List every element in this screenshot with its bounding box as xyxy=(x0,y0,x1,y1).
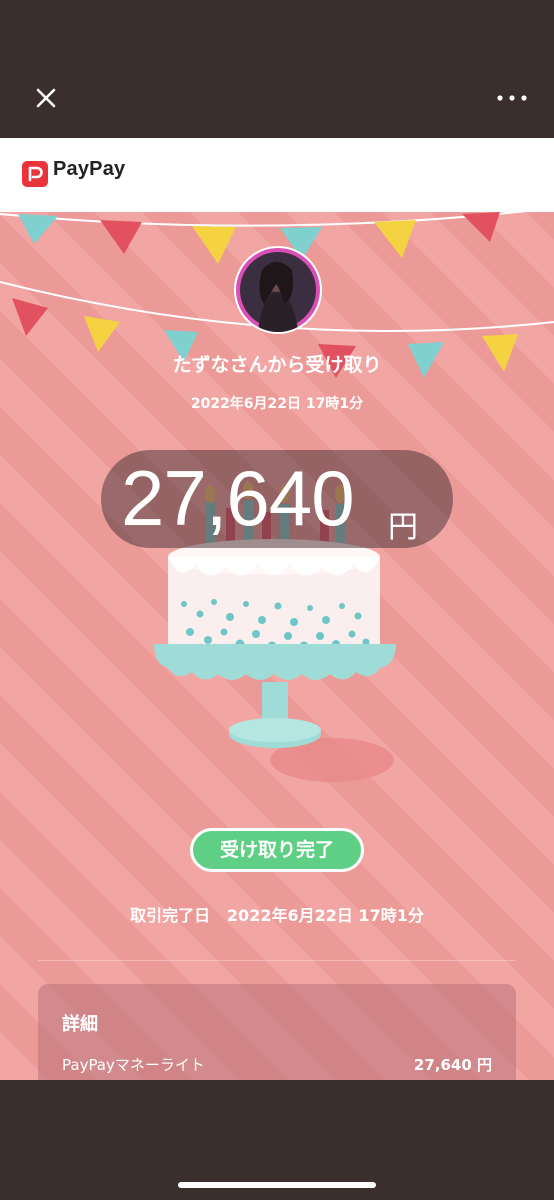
details-card: 詳細 PayPayマネーライト 27,640 円 xyxy=(38,984,516,1080)
currency-label: 円 xyxy=(388,510,418,545)
received-datetime: 2022年6月22日 17時1分 xyxy=(190,396,364,412)
divider xyxy=(38,960,516,961)
party-bunting-and-cake-illustration xyxy=(0,212,554,782)
sender-avatar xyxy=(234,246,322,334)
brand-name: PayPay xyxy=(53,158,126,180)
completion-datetime: 2022年6月22日 17時1分 xyxy=(226,906,424,925)
completion-label: 取引完了日 xyxy=(130,906,211,925)
received-status-badge: 受け取り完了 xyxy=(190,828,364,872)
details-row-value: 27,640 円 xyxy=(413,1056,492,1074)
avatar-image xyxy=(236,248,320,332)
sender-text: たずなさんから受け取り xyxy=(172,354,382,376)
close-icon[interactable] xyxy=(30,82,62,114)
home-indicator[interactable] xyxy=(178,1182,376,1188)
paypay-logo-icon xyxy=(22,161,48,187)
receipt-screen: たずなさんから受け取り 2022年6月22日 17時1分 27,640 円 受け… xyxy=(0,212,554,1080)
amount-value: 27,640 xyxy=(121,454,355,542)
more-dots-icon[interactable] xyxy=(494,84,530,112)
details-title: 詳細 xyxy=(62,1014,98,1035)
details-row-label: PayPayマネーライト xyxy=(62,1056,205,1074)
completion-row: 取引完了日 2022年6月22日 17時1分 xyxy=(0,902,554,926)
browser-top-bar xyxy=(0,0,554,138)
